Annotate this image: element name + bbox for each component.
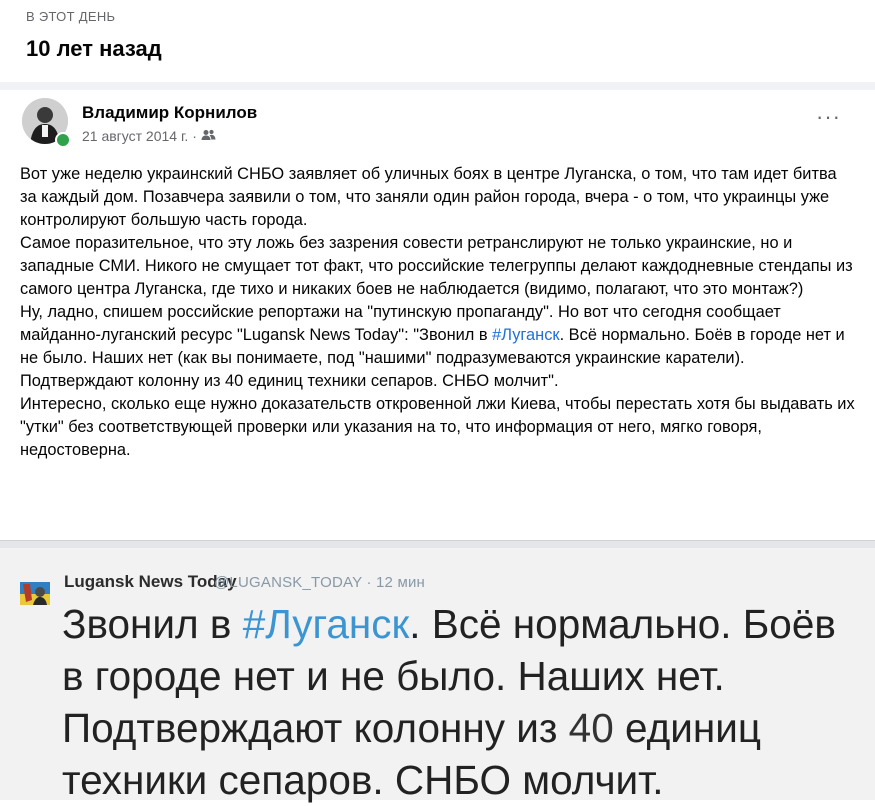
hashtag-link[interactable]: #Луганск: [492, 326, 559, 344]
post-paragraph: Интересно, сколько еще нужно доказательс…: [20, 395, 855, 459]
post-text: Вот уже неделю украинский СНБО заявляет …: [20, 163, 855, 462]
memory-label: В ЭТОТ ДЕНЬ: [26, 9, 116, 24]
memory-title: 10 лет назад: [26, 36, 162, 61]
post-meta: 21 август 2014 г. ·: [82, 128, 216, 144]
tweet-number: 40: [568, 705, 614, 751]
tweet-hashtag: #Луганск: [242, 601, 410, 647]
tweet-avatar: [18, 574, 52, 608]
more-options-button[interactable]: ···: [816, 106, 841, 128]
memory-header: В ЭТОТ ДЕНЬ 10 лет назад: [0, 0, 875, 82]
tweet-screenshot[interactable]: Lugansk News Today @LUGANSK_TODAY · 12 м…: [0, 548, 875, 803]
tweet-text-segment: Звонил в: [62, 601, 243, 647]
section-divider: [0, 82, 875, 90]
post-paragraph: Вот уже неделю украинский СНБО заявляет …: [20, 165, 837, 229]
post-header: Владимир Корнилов 21 август 2014 г. · ··…: [0, 90, 875, 150]
post-paragraph: Ну, ладно, спишем российские репортажи н…: [20, 301, 855, 393]
post-paragraph: Самое поразительное, что эту ложь без за…: [20, 234, 853, 298]
post-date[interactable]: 21 август 2014 г.: [82, 128, 188, 144]
tweet-text: Звонил в #Луганск. Всё нормально. Боёв в…: [62, 598, 862, 806]
tweet-author-name: Lugansk News Today: [64, 572, 237, 591]
friends-icon[interactable]: [201, 128, 216, 144]
post-author-name[interactable]: Владимир Корнилов: [82, 103, 257, 123]
online-status-indicator: [55, 132, 71, 148]
meta-separator: ·: [192, 128, 197, 144]
tweet-handle-time: @LUGANSK_TODAY · 12 мин: [214, 574, 426, 591]
